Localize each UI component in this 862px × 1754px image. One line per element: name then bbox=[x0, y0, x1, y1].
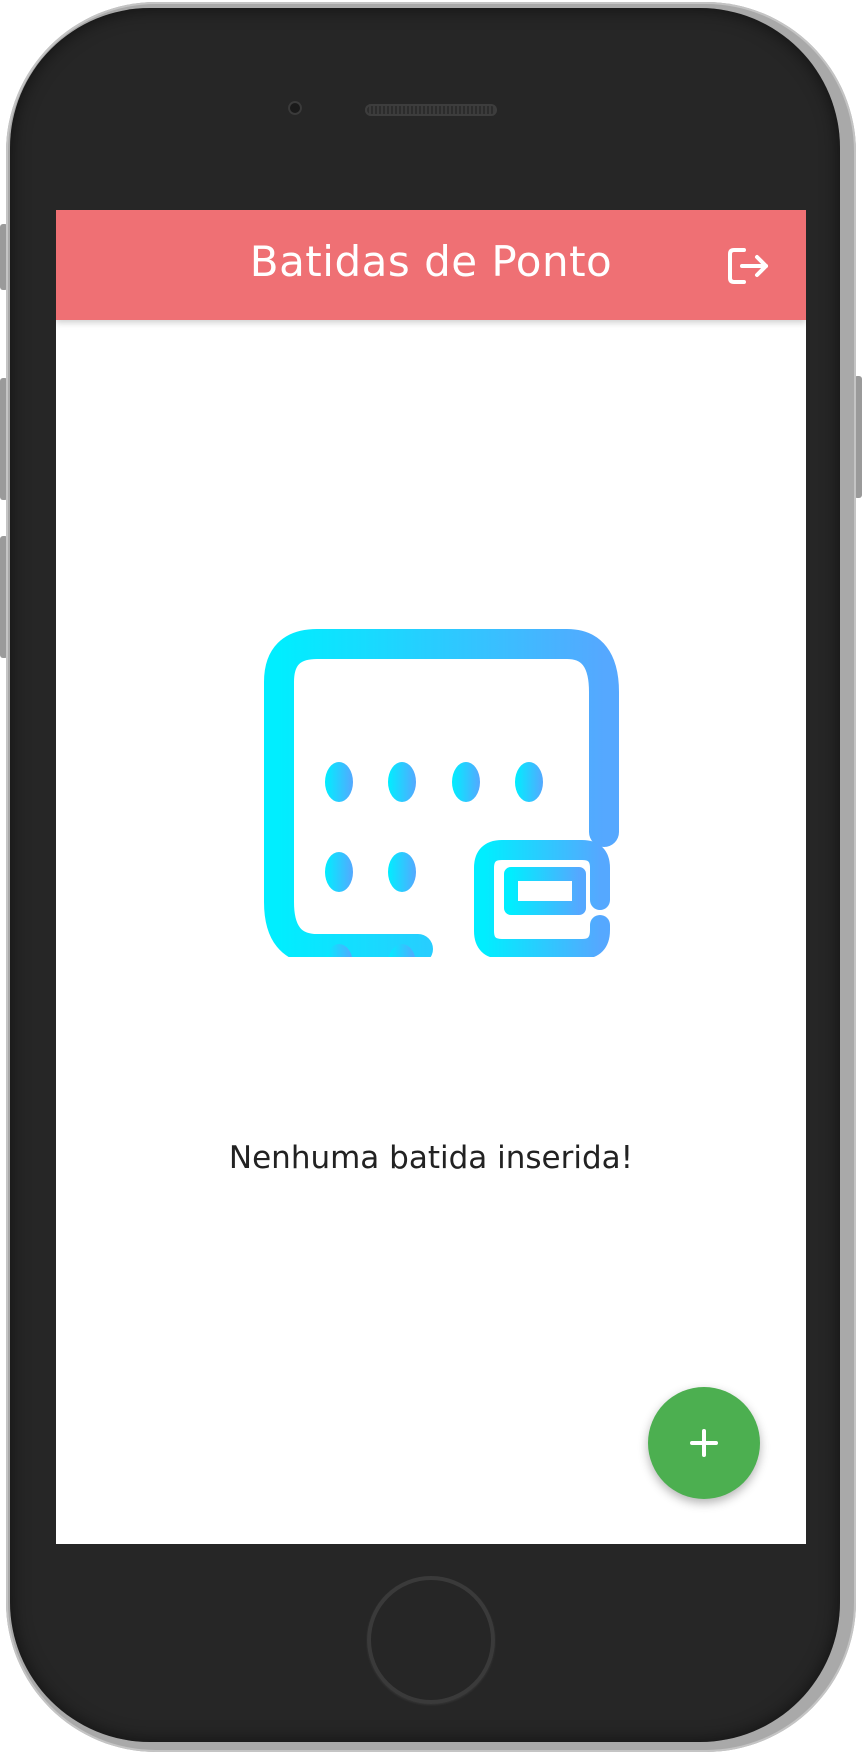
earpiece-speaker bbox=[365, 104, 497, 116]
page-title: Batidas de Ponto bbox=[249, 237, 613, 286]
logout-icon bbox=[728, 248, 768, 284]
calendar-calculator-overlay bbox=[244, 582, 624, 1082]
plus-icon bbox=[690, 1429, 718, 1457]
app-header: Batidas de Ponto bbox=[56, 210, 806, 320]
phone-device: Batidas de Ponto Nenhuma batida inserida… bbox=[0, 0, 862, 1754]
add-entry-button[interactable] bbox=[648, 1387, 760, 1499]
logout-button[interactable] bbox=[724, 242, 772, 290]
empty-state-message: Nenhuma batida inserida! bbox=[228, 1140, 634, 1176]
front-camera bbox=[288, 101, 302, 115]
home-button[interactable] bbox=[367, 1576, 495, 1704]
app-screen: Batidas de Ponto Nenhuma batida inserida… bbox=[56, 210, 806, 1544]
